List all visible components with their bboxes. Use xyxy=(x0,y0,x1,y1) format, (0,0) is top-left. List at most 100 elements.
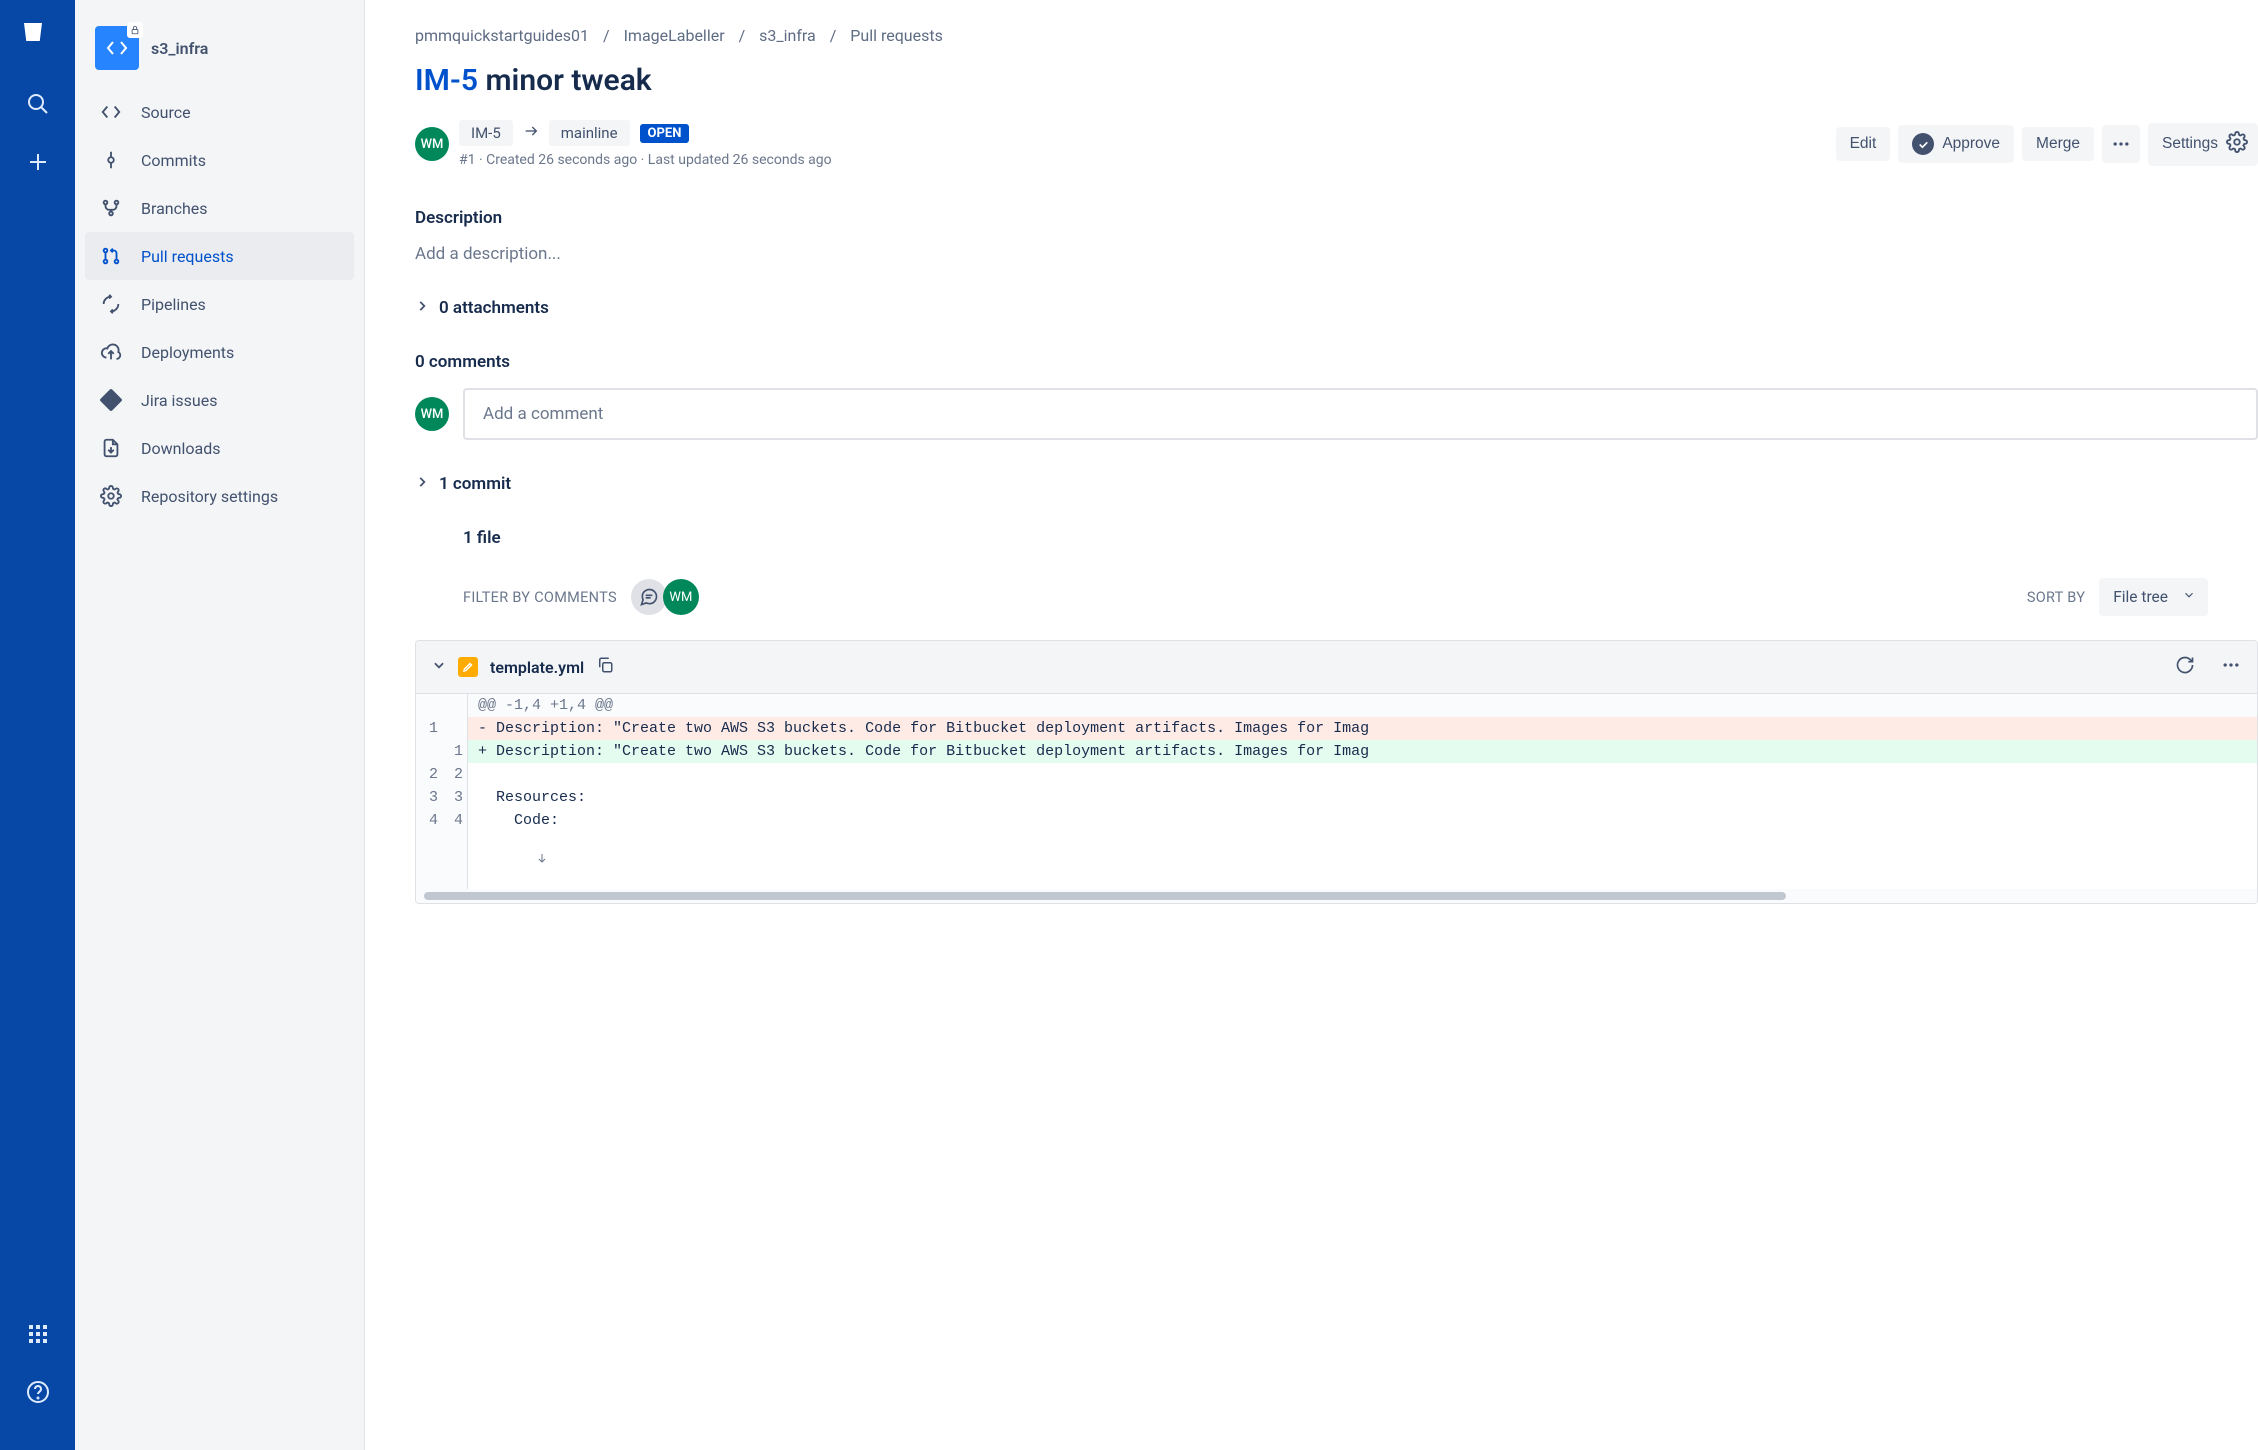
bitbucket-logo-icon[interactable] xyxy=(21,20,55,54)
diff-body: @@ -1,4 +1,4 @@ 1 - Description: "Create … xyxy=(416,694,2257,889)
breadcrumb-sep: / xyxy=(739,26,746,45)
diff-line-content xyxy=(468,763,2257,786)
sidebar-item-source[interactable]: Source xyxy=(85,88,354,136)
copy-icon[interactable] xyxy=(596,656,614,678)
filter-row: FILTER BY COMMENTS WM SORT BY File tree xyxy=(463,578,2258,616)
expand-diff-row[interactable] xyxy=(416,832,2257,889)
sort-value: File tree xyxy=(2113,588,2168,606)
diff-line[interactable]: 44 Code: xyxy=(416,809,2257,832)
sidebar-item-repo-settings[interactable]: Repository settings xyxy=(85,472,354,520)
diff-file: template.yml @@ -1,4 +1,4 @@ 1 - Descript… xyxy=(415,640,2258,904)
diff-line[interactable]: 1+ Description: "Create two AWS S3 bucke… xyxy=(416,740,2257,763)
sidebar-item-label: Repository settings xyxy=(141,487,278,506)
target-branch[interactable]: mainline xyxy=(549,120,630,146)
file-count: 1 file xyxy=(463,528,2258,548)
jira-icon xyxy=(99,388,123,412)
checkmark-icon xyxy=(1912,133,1934,155)
scrollbar-thumb[interactable] xyxy=(424,892,1786,900)
issue-key-link[interactable]: IM-5 xyxy=(415,63,478,98)
modified-badge-icon xyxy=(458,657,478,677)
sidebar-item-label: Jira issues xyxy=(141,391,217,410)
diff-file-name[interactable]: template.yml xyxy=(490,658,584,677)
old-line-no xyxy=(416,740,442,763)
comments-heading: 0 comments xyxy=(415,352,2258,372)
collapse-file-icon[interactable] xyxy=(432,658,446,676)
chevron-right-icon xyxy=(415,299,429,317)
new-line-no: 3 xyxy=(442,786,468,809)
settings-button[interactable]: Settings xyxy=(2148,123,2258,166)
breadcrumb-item[interactable]: pmmquickstartguides01 xyxy=(415,26,589,45)
new-line-no xyxy=(442,717,468,740)
search-icon[interactable] xyxy=(18,84,58,124)
download-icon xyxy=(99,436,123,460)
new-line-no: 4 xyxy=(442,809,468,832)
diff-hunk-header: @@ -1,4 +1,4 @@ xyxy=(416,694,2257,717)
create-icon[interactable] xyxy=(18,142,58,182)
comment-input[interactable]: Add a comment xyxy=(463,388,2258,440)
main-content: pmmquickstartguides01 / ImageLabeller / … xyxy=(365,0,2258,1450)
sidebar-item-pipelines[interactable]: Pipelines xyxy=(85,280,354,328)
breadcrumb: pmmquickstartguides01 / ImageLabeller / … xyxy=(415,26,2258,45)
repo-name: s3_infra xyxy=(151,39,208,58)
sidebar-item-commits[interactable]: Commits xyxy=(85,136,354,184)
sort-select[interactable]: File tree xyxy=(2099,578,2208,616)
comment-author-avatar: WM xyxy=(415,397,449,431)
settings-label: Settings xyxy=(2162,135,2218,153)
description-input[interactable]: Add a description... xyxy=(415,244,2258,264)
sidebar-item-deployments[interactable]: Deployments xyxy=(85,328,354,376)
approve-label: Approve xyxy=(1942,135,2000,153)
pull-request-icon xyxy=(99,244,123,268)
status-badge: OPEN xyxy=(640,124,690,143)
sidebar-item-label: Branches xyxy=(141,199,208,218)
old-line-no: 1 xyxy=(416,717,442,740)
source-branch[interactable]: IM-5 xyxy=(459,120,513,146)
diff-line-content: - Description: "Create two AWS S3 bucket… xyxy=(468,717,2257,740)
breadcrumb-item[interactable]: s3_infra xyxy=(759,26,816,45)
description-heading: Description xyxy=(415,208,2258,228)
author-avatar[interactable]: WM xyxy=(415,127,449,161)
horizontal-scrollbar[interactable] xyxy=(416,889,2257,903)
diff-line[interactable]: 1 - Description: "Create two AWS S3 bucke… xyxy=(416,717,2257,740)
sidebar-item-pull-requests[interactable]: Pull requests xyxy=(85,232,354,280)
diff-line-content: + Description: "Create two AWS S3 bucket… xyxy=(468,740,2257,763)
refresh-icon[interactable] xyxy=(2175,655,2195,679)
commit-icon xyxy=(99,148,123,172)
diff-file-header: template.yml xyxy=(416,641,2257,694)
sidebar-item-label: Pull requests xyxy=(141,247,234,266)
repo-icon xyxy=(95,26,139,70)
attachments-toggle[interactable]: 0 attachments xyxy=(415,298,2258,318)
more-actions-button[interactable] xyxy=(2102,125,2140,163)
file-more-icon[interactable] xyxy=(2221,655,2241,679)
sidebar-item-jira-issues[interactable]: Jira issues xyxy=(85,376,354,424)
filter-user-avatar[interactable]: WM xyxy=(663,579,699,615)
pipelines-icon xyxy=(99,292,123,316)
merge-button[interactable]: Merge xyxy=(2022,127,2094,161)
help-icon[interactable] xyxy=(18,1372,58,1412)
pr-title: IM-5 minor tweak xyxy=(415,63,2258,98)
breadcrumb-item[interactable]: ImageLabeller xyxy=(624,26,725,45)
code-icon xyxy=(99,100,123,124)
app-switcher-icon[interactable] xyxy=(18,1314,58,1354)
expand-down-icon xyxy=(442,832,468,889)
global-nav xyxy=(0,0,75,1450)
pr-meta-row: WM IM-5 mainline OPEN #1 · Created 26 se… xyxy=(415,120,2258,168)
diff-line[interactable]: 22 xyxy=(416,763,2257,786)
comment-composer: WM Add a comment xyxy=(415,388,2258,440)
sidebar-item-label: Downloads xyxy=(141,439,220,458)
repo-header[interactable]: s3_infra xyxy=(85,20,354,88)
filter-all-comments-icon[interactable] xyxy=(631,579,667,615)
sidebar-item-label: Pipelines xyxy=(141,295,206,314)
sidebar-item-label: Deployments xyxy=(141,343,234,362)
old-line-no: 4 xyxy=(416,809,442,832)
breadcrumb-item[interactable]: Pull requests xyxy=(850,26,943,45)
sidebar-item-downloads[interactable]: Downloads xyxy=(85,424,354,472)
commits-toggle[interactable]: 1 commit xyxy=(415,474,2258,494)
edit-button[interactable]: Edit xyxy=(1836,127,1891,161)
pr-timestamps: #1 · Created 26 seconds ago · Last updat… xyxy=(459,152,832,168)
sidebar-item-branches[interactable]: Branches xyxy=(85,184,354,232)
approve-button[interactable]: Approve xyxy=(1898,125,2014,163)
new-line-no: 2 xyxy=(442,763,468,786)
arrow-right-icon xyxy=(523,123,539,143)
diff-line[interactable]: 33 Resources: xyxy=(416,786,2257,809)
diff-line-content: Resources: xyxy=(468,786,2257,809)
